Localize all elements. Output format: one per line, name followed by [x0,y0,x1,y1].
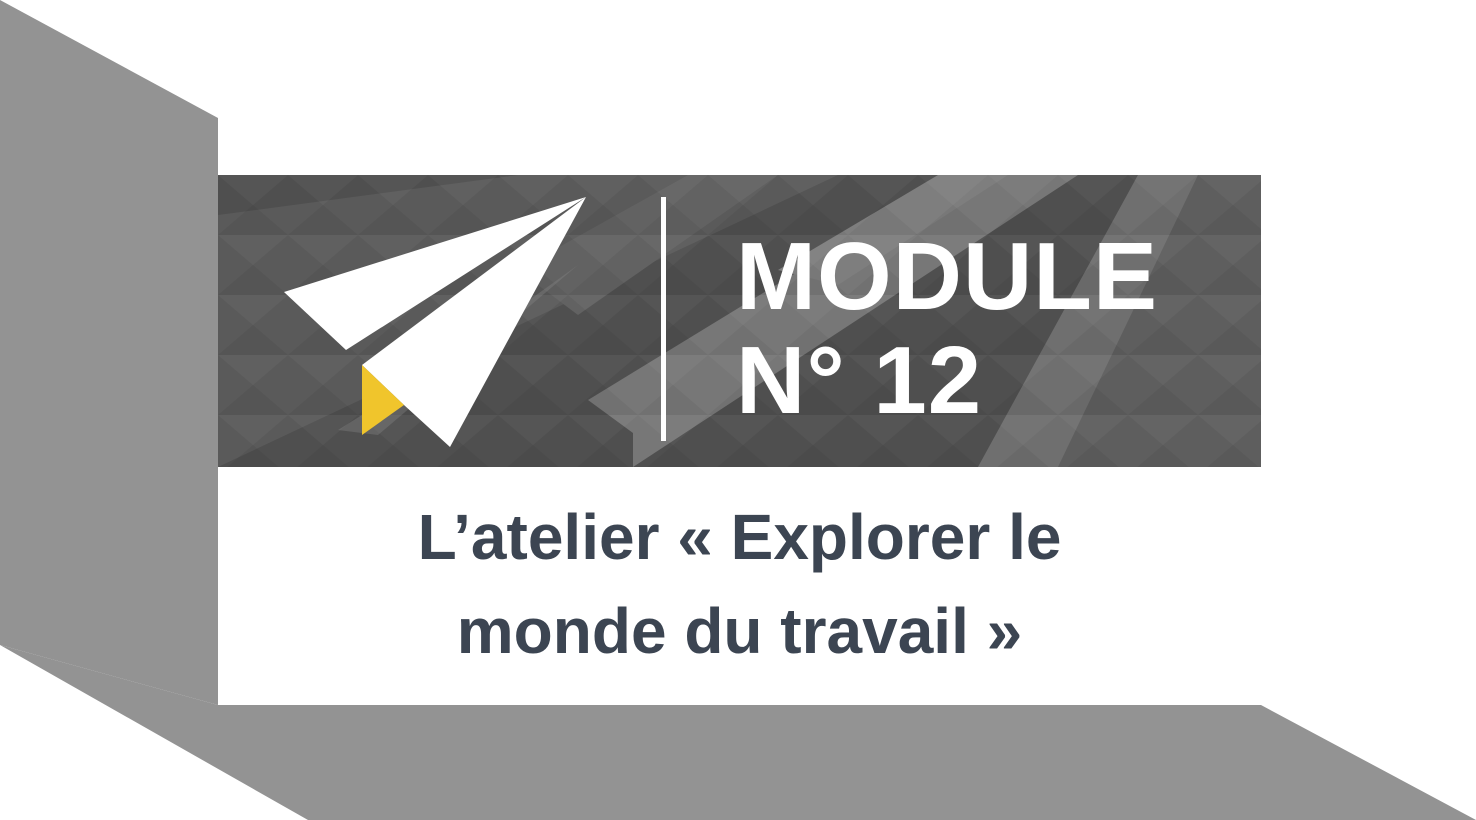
slide: MODULE N° 12 L’atelier « Explorer le mon… [0,0,1476,820]
module-banner: MODULE N° 12 [218,175,1261,467]
module-card: MODULE N° 12 L’atelier « Explorer le mon… [218,175,1261,705]
workshop-title-line-2: monde du travail » [456,595,1023,667]
workshop-title-line-1: L’atelier « Explorer le [417,501,1062,573]
module-number: N° 12 [736,327,983,434]
frame-left-panel [0,0,218,705]
module-label: MODULE [736,223,1158,330]
banner-divider [661,197,666,441]
module-title: MODULE N° 12 [736,225,1158,433]
workshop-title: L’atelier « Explorer le monde du travail… [218,490,1261,678]
